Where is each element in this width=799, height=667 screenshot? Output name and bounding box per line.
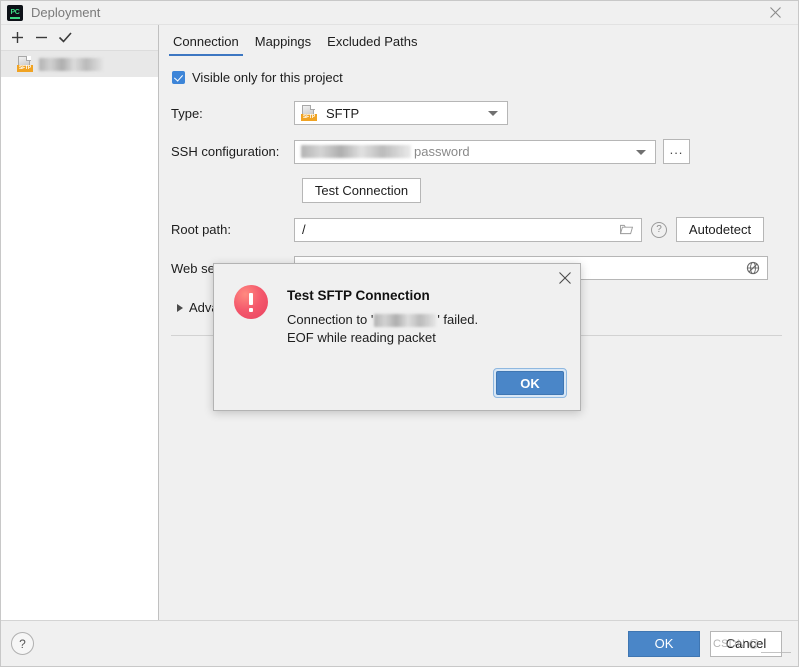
globe-icon[interactable] xyxy=(746,261,760,275)
dialog-host-redacted xyxy=(374,313,437,327)
autodetect-button[interactable]: Autodetect xyxy=(676,217,764,242)
root-path-input[interactable]: / xyxy=(294,217,642,242)
ssh-configuration-row: SSH configuration: password ... xyxy=(171,139,782,164)
chevron-down-icon xyxy=(488,111,498,116)
ssh-configuration-browse-button[interactable]: ... xyxy=(663,139,690,164)
test-connection-button[interactable]: Test Connection xyxy=(302,178,421,203)
server-name-redacted xyxy=(39,57,103,71)
dialog-ok-button[interactable]: OK xyxy=(496,371,564,395)
dialog-title: Test SFTP Connection xyxy=(287,288,430,303)
visible-only-label: Visible only for this project xyxy=(192,70,343,85)
folder-icon[interactable] xyxy=(620,224,633,235)
sftp-file-icon: SFTP xyxy=(17,56,33,72)
type-row: Type: SFTP SFTP xyxy=(171,101,782,125)
type-label: Type: xyxy=(171,105,203,121)
root-path-value: / xyxy=(302,222,306,237)
dialog-message-line2: EOF while reading packet xyxy=(287,330,436,345)
dialog-ok-focus-ring: OK xyxy=(493,368,567,398)
sftp-file-icon: SFTP xyxy=(301,105,317,121)
server-list-toolbar xyxy=(1,25,158,51)
dialog-footer: ? OK Cancel xyxy=(1,620,798,666)
tab-connection[interactable]: Connection xyxy=(165,29,247,56)
type-combobox[interactable]: SFTP SFTP xyxy=(294,101,508,125)
server-list-panel: SFTP xyxy=(1,25,159,620)
cancel-button[interactable]: Cancel xyxy=(710,630,782,657)
ssh-configuration-label: SSH configuration: xyxy=(171,144,280,159)
visible-only-row: Visible only for this project xyxy=(172,70,782,85)
list-item[interactable]: SFTP xyxy=(1,51,158,77)
pycharm-icon: PC xyxy=(7,4,23,21)
set-default-server-button[interactable] xyxy=(53,27,77,49)
error-icon xyxy=(234,285,268,319)
dialog-message-prefix: Connection to ' xyxy=(287,312,374,327)
close-icon[interactable] xyxy=(556,269,574,287)
ssh-host-redacted xyxy=(301,145,411,158)
ssh-auth-type: password xyxy=(414,144,470,159)
ssh-configuration-combobox[interactable]: password xyxy=(294,139,656,164)
help-button[interactable]: ? xyxy=(11,632,34,655)
test-connection-row: Test Connection xyxy=(171,178,782,203)
settings-tabs: Connection Mappings Excluded Paths xyxy=(159,27,798,56)
type-value: SFTP xyxy=(326,105,360,121)
root-path-row: Root path: / ? Autodetect xyxy=(171,217,782,242)
chevron-down-icon xyxy=(636,149,646,155)
remove-server-button[interactable] xyxy=(29,27,53,49)
close-icon[interactable] xyxy=(752,1,798,24)
tab-excluded-paths[interactable]: Excluded Paths xyxy=(319,29,425,56)
add-server-button[interactable] xyxy=(5,27,29,49)
dialog-message-suffix: ' failed. xyxy=(437,312,479,327)
dialog-message: Connection to ' ' failed. EOF while read… xyxy=(287,311,478,347)
tab-mappings[interactable]: Mappings xyxy=(247,29,319,56)
test-connection-dialog: Test SFTP Connection Connection to ' ' f… xyxy=(213,263,581,411)
root-path-label: Root path: xyxy=(171,222,231,237)
chevron-right-icon xyxy=(177,303,183,312)
ok-button[interactable]: OK xyxy=(628,630,700,657)
window-titlebar: PC Deployment xyxy=(1,1,798,25)
visible-only-checkbox[interactable] xyxy=(172,71,185,84)
deployment-window: PC Deployment SFTP Connection Mappings E… xyxy=(0,0,799,667)
root-path-help-icon[interactable]: ? xyxy=(651,221,667,238)
window-title: Deployment xyxy=(31,5,101,20)
